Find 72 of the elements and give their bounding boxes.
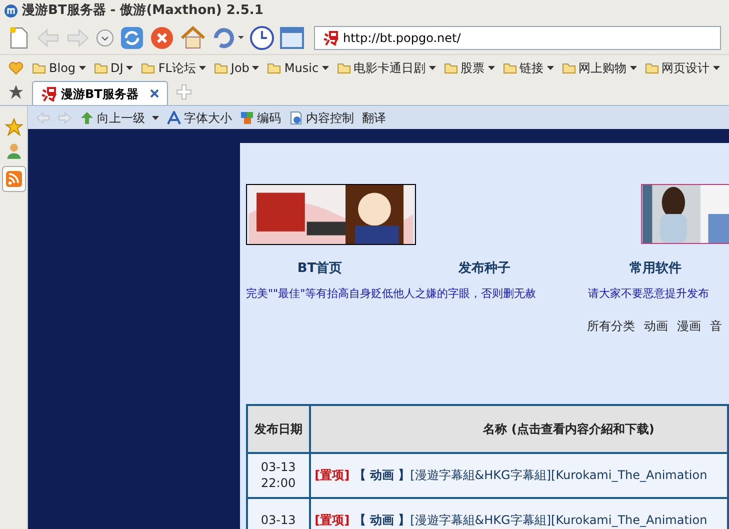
stop-icon[interactable] <box>150 26 174 50</box>
folder-icon <box>141 62 156 74</box>
bookmark-folder[interactable]: Music <box>267 58 329 76</box>
browser-logo-icon <box>4 4 18 18</box>
close-icon[interactable] <box>150 89 160 98</box>
caret-icon <box>252 66 260 70</box>
bookmark-folder[interactable]: Job <box>214 58 260 76</box>
bookmark-folder[interactable]: 股票 <box>444 58 495 76</box>
folder-icon <box>336 62 351 74</box>
bookmark-folder[interactable]: 链接 <box>502 58 554 76</box>
caret-icon <box>198 66 206 70</box>
undo-icon[interactable] <box>212 26 244 50</box>
folder-icon <box>94 62 108 74</box>
dropdown-circle-icon[interactable] <box>96 29 114 47</box>
user-icon[interactable] <box>4 142 22 160</box>
toolbar-button[interactable]: 向上一级 <box>80 108 159 126</box>
column-header: 发布日期 <box>247 404 310 452</box>
caret-icon <box>630 66 637 70</box>
bookmark-folder[interactable]: FL论坛 <box>141 58 206 76</box>
refresh-icon[interactable] <box>120 26 144 50</box>
heart-icon[interactable] <box>8 60 24 76</box>
folder-icon <box>444 62 458 74</box>
browser-tab[interactable]: 漫游BT服务器 <box>32 81 168 105</box>
up-arrow-icon <box>80 110 94 124</box>
folder-icon <box>562 62 576 74</box>
caret-icon <box>546 66 554 70</box>
new-tab-icon[interactable] <box>176 84 192 100</box>
date-cell: 03-13 <box>247 498 310 529</box>
toolbar-button[interactable]: 翻译 <box>362 108 386 126</box>
column-header: 名称 (点击查看内容介紹和下载) <box>310 404 728 452</box>
home-icon[interactable] <box>180 26 206 50</box>
star-icon[interactable] <box>4 118 22 136</box>
caret-icon <box>126 66 134 70</box>
category-link[interactable]: 所有分类 <box>587 316 635 334</box>
bookmark-folder[interactable]: Blog <box>32 58 86 76</box>
window-switch-icon[interactable] <box>280 27 304 49</box>
bookmark-folder[interactable]: 电影卡通日剧 <box>336 58 436 76</box>
category-link[interactable]: 音 <box>710 316 722 334</box>
caret-icon <box>428 66 436 70</box>
site-logo-icon <box>41 86 57 102</box>
caret-icon <box>322 66 329 70</box>
notice-text: 完美""最佳"等有抬高自身贬低他人之嫌的字眼，否则删无赦 <box>246 286 538 302</box>
notice-text: 请大家不要恶意提升发布 <box>588 286 709 302</box>
date-cell: 03-13 22:00 <box>247 452 310 498</box>
folder-icon <box>214 62 228 74</box>
nav-link[interactable]: 发布种子 <box>458 259 510 275</box>
font-letter-icon <box>167 110 181 124</box>
category-link[interactable]: 漫画 <box>677 316 701 334</box>
nav-link[interactable]: BT首页 <box>297 259 342 275</box>
rss-icon[interactable] <box>2 166 26 192</box>
nav-link[interactable]: 常用软件 <box>629 259 682 275</box>
caret-icon <box>488 66 495 70</box>
address-field[interactable]: http://bt.popgo.net/ <box>314 26 721 50</box>
window-title: 漫游BT服务器 - 傲游(Maxthon) 2.5.1 <box>22 2 264 20</box>
folder-icon <box>644 62 659 74</box>
toolbar-button[interactable]: 内容控制 <box>289 108 354 126</box>
new-page-icon[interactable] <box>8 26 30 50</box>
category-link[interactable]: 动画 <box>644 316 668 334</box>
site-logo-icon <box>323 30 339 46</box>
folder-icon <box>32 62 46 74</box>
star-icon[interactable] <box>8 84 24 100</box>
bookmark-folder[interactable]: DJ <box>94 58 134 76</box>
folder-icon <box>267 62 282 74</box>
caret-icon <box>78 66 86 70</box>
folder-icon <box>502 62 517 74</box>
caret-icon <box>712 66 720 70</box>
clock-icon[interactable] <box>250 26 274 50</box>
toolbar-button[interactable]: 字体大小 <box>167 108 232 126</box>
bookmark-folder[interactable]: 网上购物 <box>562 58 637 76</box>
toolbar-button[interactable]: 编码 <box>240 108 281 126</box>
caret-icon <box>152 116 159 120</box>
bookmark-folder[interactable]: 网页设计 <box>644 58 720 76</box>
